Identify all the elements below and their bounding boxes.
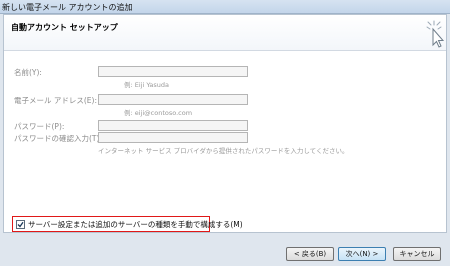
wizard-panel: 自動アカウント セットアップ 名前(Y): 例: Eiji Yasuda 電子メ… [3, 14, 447, 233]
email-field[interactable] [98, 94, 248, 105]
email-label: 電子メール アドレス(E): [14, 96, 98, 105]
wizard-header: 自動アカウント セットアップ [4, 15, 446, 51]
manual-setup-checkbox[interactable] [16, 219, 25, 229]
checkmark-icon [17, 221, 24, 228]
password-field[interactable] [98, 120, 248, 131]
back-button[interactable]: < 戻る(B) [286, 247, 334, 261]
manual-setup-option[interactable]: サーバー設定または追加のサーバーの種類を手動で構成する(M) [12, 216, 243, 232]
email-example: 例: eiji@contoso.com [124, 109, 193, 117]
page-heading: 自動アカウント セットアップ [11, 23, 118, 32]
password-hint: インターネット サービス プロバイダから提供されたパスワードを入力してください。 [98, 147, 349, 155]
cancel-button[interactable]: キャンセル [393, 247, 441, 261]
name-field[interactable] [98, 66, 248, 77]
name-label: 名前(Y): [14, 68, 42, 77]
window-title: 新しい電子メール アカウントの追加 [2, 3, 133, 12]
name-example: 例: Eiji Yasuda [124, 81, 170, 89]
manual-setup-label: サーバー設定または追加のサーバーの種類を手動で構成する(M) [28, 219, 243, 229]
password-confirm-label: パスワードの確認入力(T): [14, 134, 102, 143]
next-button[interactable]: 次へ(N) > [338, 247, 386, 261]
password-confirm-field[interactable] [98, 132, 248, 143]
title-bar: 新しい電子メール アカウントの追加 [0, 0, 450, 14]
cursor-click-icon [426, 20, 445, 48]
password-label: パスワード(P): [14, 122, 65, 131]
